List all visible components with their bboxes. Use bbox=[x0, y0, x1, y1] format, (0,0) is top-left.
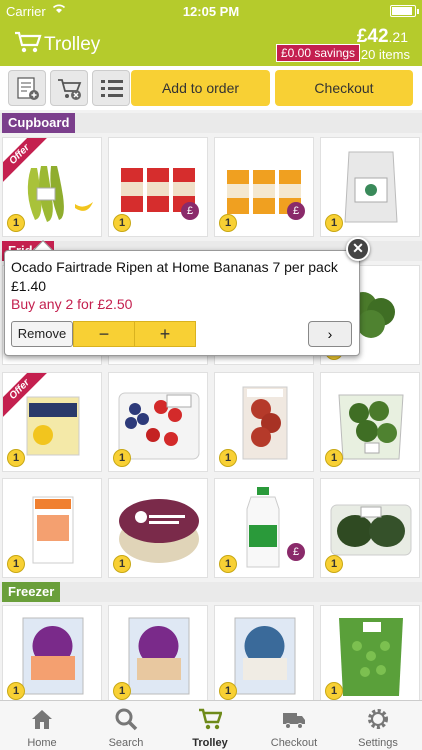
product-tile-salmon[interactable]: 1 bbox=[2, 478, 102, 578]
quantity-badge: 1 bbox=[113, 682, 131, 700]
quantity-badge: 1 bbox=[219, 449, 237, 467]
quantity-badge: 1 bbox=[219, 214, 237, 232]
battery-icon bbox=[390, 5, 419, 17]
product-tile-frozen-salmon[interactable]: 1 bbox=[2, 605, 102, 705]
savings-badge: £0.00 savings bbox=[276, 44, 361, 62]
quantity-badge: 1 bbox=[325, 682, 343, 700]
notepad-add-icon bbox=[17, 77, 39, 100]
item-count: 20 items bbox=[360, 47, 410, 62]
status-bar: Carrier 12:05 PM bbox=[0, 0, 422, 22]
gear-icon bbox=[368, 709, 388, 729]
tab-checkout-label: Checkout bbox=[270, 737, 318, 749]
product-tile-bananas[interactable]: Offer 1 bbox=[2, 137, 102, 237]
increase-quantity-button[interactable]: + bbox=[134, 321, 196, 347]
category-cupboard-label: Cupboard bbox=[2, 113, 76, 133]
trolley-icon bbox=[15, 31, 42, 53]
quantity-badge: 1 bbox=[113, 214, 131, 232]
total-main: £42 bbox=[356, 26, 389, 47]
search-icon bbox=[115, 708, 138, 731]
product-tile-rice[interactable]: 1 bbox=[320, 137, 420, 237]
category-cupboard: Cupboard bbox=[0, 113, 422, 133]
tab-settings[interactable]: Settings bbox=[336, 701, 420, 750]
trolley-total: £42.21 bbox=[357, 26, 408, 48]
category-freezer-label: Freezer bbox=[2, 582, 61, 602]
product-tile-tomatoes[interactable]: £ 1 bbox=[108, 137, 208, 237]
popup-close-button[interactable]: ✕ bbox=[346, 237, 370, 261]
home-icon bbox=[32, 710, 52, 729]
add-list-button[interactable] bbox=[8, 70, 46, 106]
list-icon bbox=[101, 80, 123, 97]
popup-product-name: Ocado Fairtrade Ripen at Home Bananas 7 … bbox=[11, 259, 338, 275]
product-tile-parmigiano[interactable]: 1 bbox=[108, 478, 208, 578]
tab-trolley-label: Trolley bbox=[192, 737, 228, 749]
price-promise-badge: £ bbox=[287, 543, 305, 561]
quantity-badge: 1 bbox=[325, 214, 343, 232]
quantity-badge: 1 bbox=[325, 449, 343, 467]
quantity-badge: 1 bbox=[219, 555, 237, 573]
tab-search[interactable]: Search bbox=[84, 701, 168, 750]
quantity-badge: 1 bbox=[113, 555, 131, 573]
product-tile-berries[interactable]: 1 bbox=[108, 372, 208, 472]
product-tile-avocado[interactable]: 1 bbox=[320, 478, 420, 578]
tab-trolley[interactable]: Trolley bbox=[168, 701, 252, 750]
page-title: Trolley bbox=[44, 34, 101, 55]
list-view-button[interactable] bbox=[92, 70, 130, 106]
tab-bar: Home Search Trolley Checkout Settings bbox=[0, 700, 422, 750]
product-popup: Ocado Fairtrade Ripen at Home Bananas 7 … bbox=[4, 250, 360, 356]
add-to-order-button[interactable]: Add to order bbox=[131, 70, 270, 106]
total-decimal: .21 bbox=[388, 29, 408, 45]
product-tile-broccoli-florets[interactable]: 1 bbox=[320, 372, 420, 472]
product-tile-chorizo[interactable]: 1 bbox=[214, 372, 314, 472]
quantity-badge: 1 bbox=[113, 449, 131, 467]
tab-checkout[interactable]: Checkout bbox=[252, 701, 336, 750]
price-promise-badge: £ bbox=[287, 202, 305, 220]
quantity-badge: 1 bbox=[7, 214, 25, 232]
popup-product-price: £1.40 bbox=[11, 278, 47, 294]
category-freezer: Freezer bbox=[0, 582, 422, 602]
quantity-badge: 1 bbox=[7, 682, 25, 700]
trolley-remove-icon bbox=[58, 79, 82, 100]
trolley-icon bbox=[199, 708, 222, 730]
popup-offer-text[interactable]: Buy any 2 for £2.50 bbox=[11, 296, 132, 312]
app-header: Trolley £42.21 £0.00 savings 20 items bbox=[0, 22, 422, 66]
quantity-badge: 1 bbox=[7, 449, 25, 467]
clock: 12:05 PM bbox=[182, 4, 240, 19]
product-tile-beans[interactable]: £ 1 bbox=[214, 137, 314, 237]
product-tile-cheese[interactable]: Offer 1 bbox=[2, 372, 102, 472]
tab-home-label: Home bbox=[27, 737, 57, 749]
toolbar: Add to order Checkout bbox=[0, 66, 422, 110]
checkout-button[interactable]: Checkout bbox=[275, 70, 413, 106]
tab-search-label: Search bbox=[108, 737, 144, 749]
quantity-badge: 1 bbox=[219, 682, 237, 700]
empty-trolley-button[interactable] bbox=[50, 70, 88, 106]
product-tile-frozen-fish[interactable]: 1 bbox=[108, 605, 208, 705]
product-tile-frozen-cod[interactable]: 1 bbox=[214, 605, 314, 705]
delivery-van-icon bbox=[283, 713, 305, 729]
tab-settings-label: Settings bbox=[358, 737, 398, 749]
quantity-badge: 1 bbox=[325, 555, 343, 573]
price-promise-badge: £ bbox=[181, 202, 199, 220]
product-tile-frozen-peas[interactable]: 1 bbox=[320, 605, 420, 705]
remove-button[interactable]: Remove bbox=[11, 321, 73, 347]
tab-home[interactable]: Home bbox=[0, 701, 84, 750]
quantity-badge: 1 bbox=[7, 555, 25, 573]
decrease-quantity-button[interactable]: − bbox=[73, 321, 135, 347]
product-details-button[interactable]: › bbox=[308, 321, 352, 347]
product-tile-milk[interactable]: £ 1 bbox=[214, 478, 314, 578]
